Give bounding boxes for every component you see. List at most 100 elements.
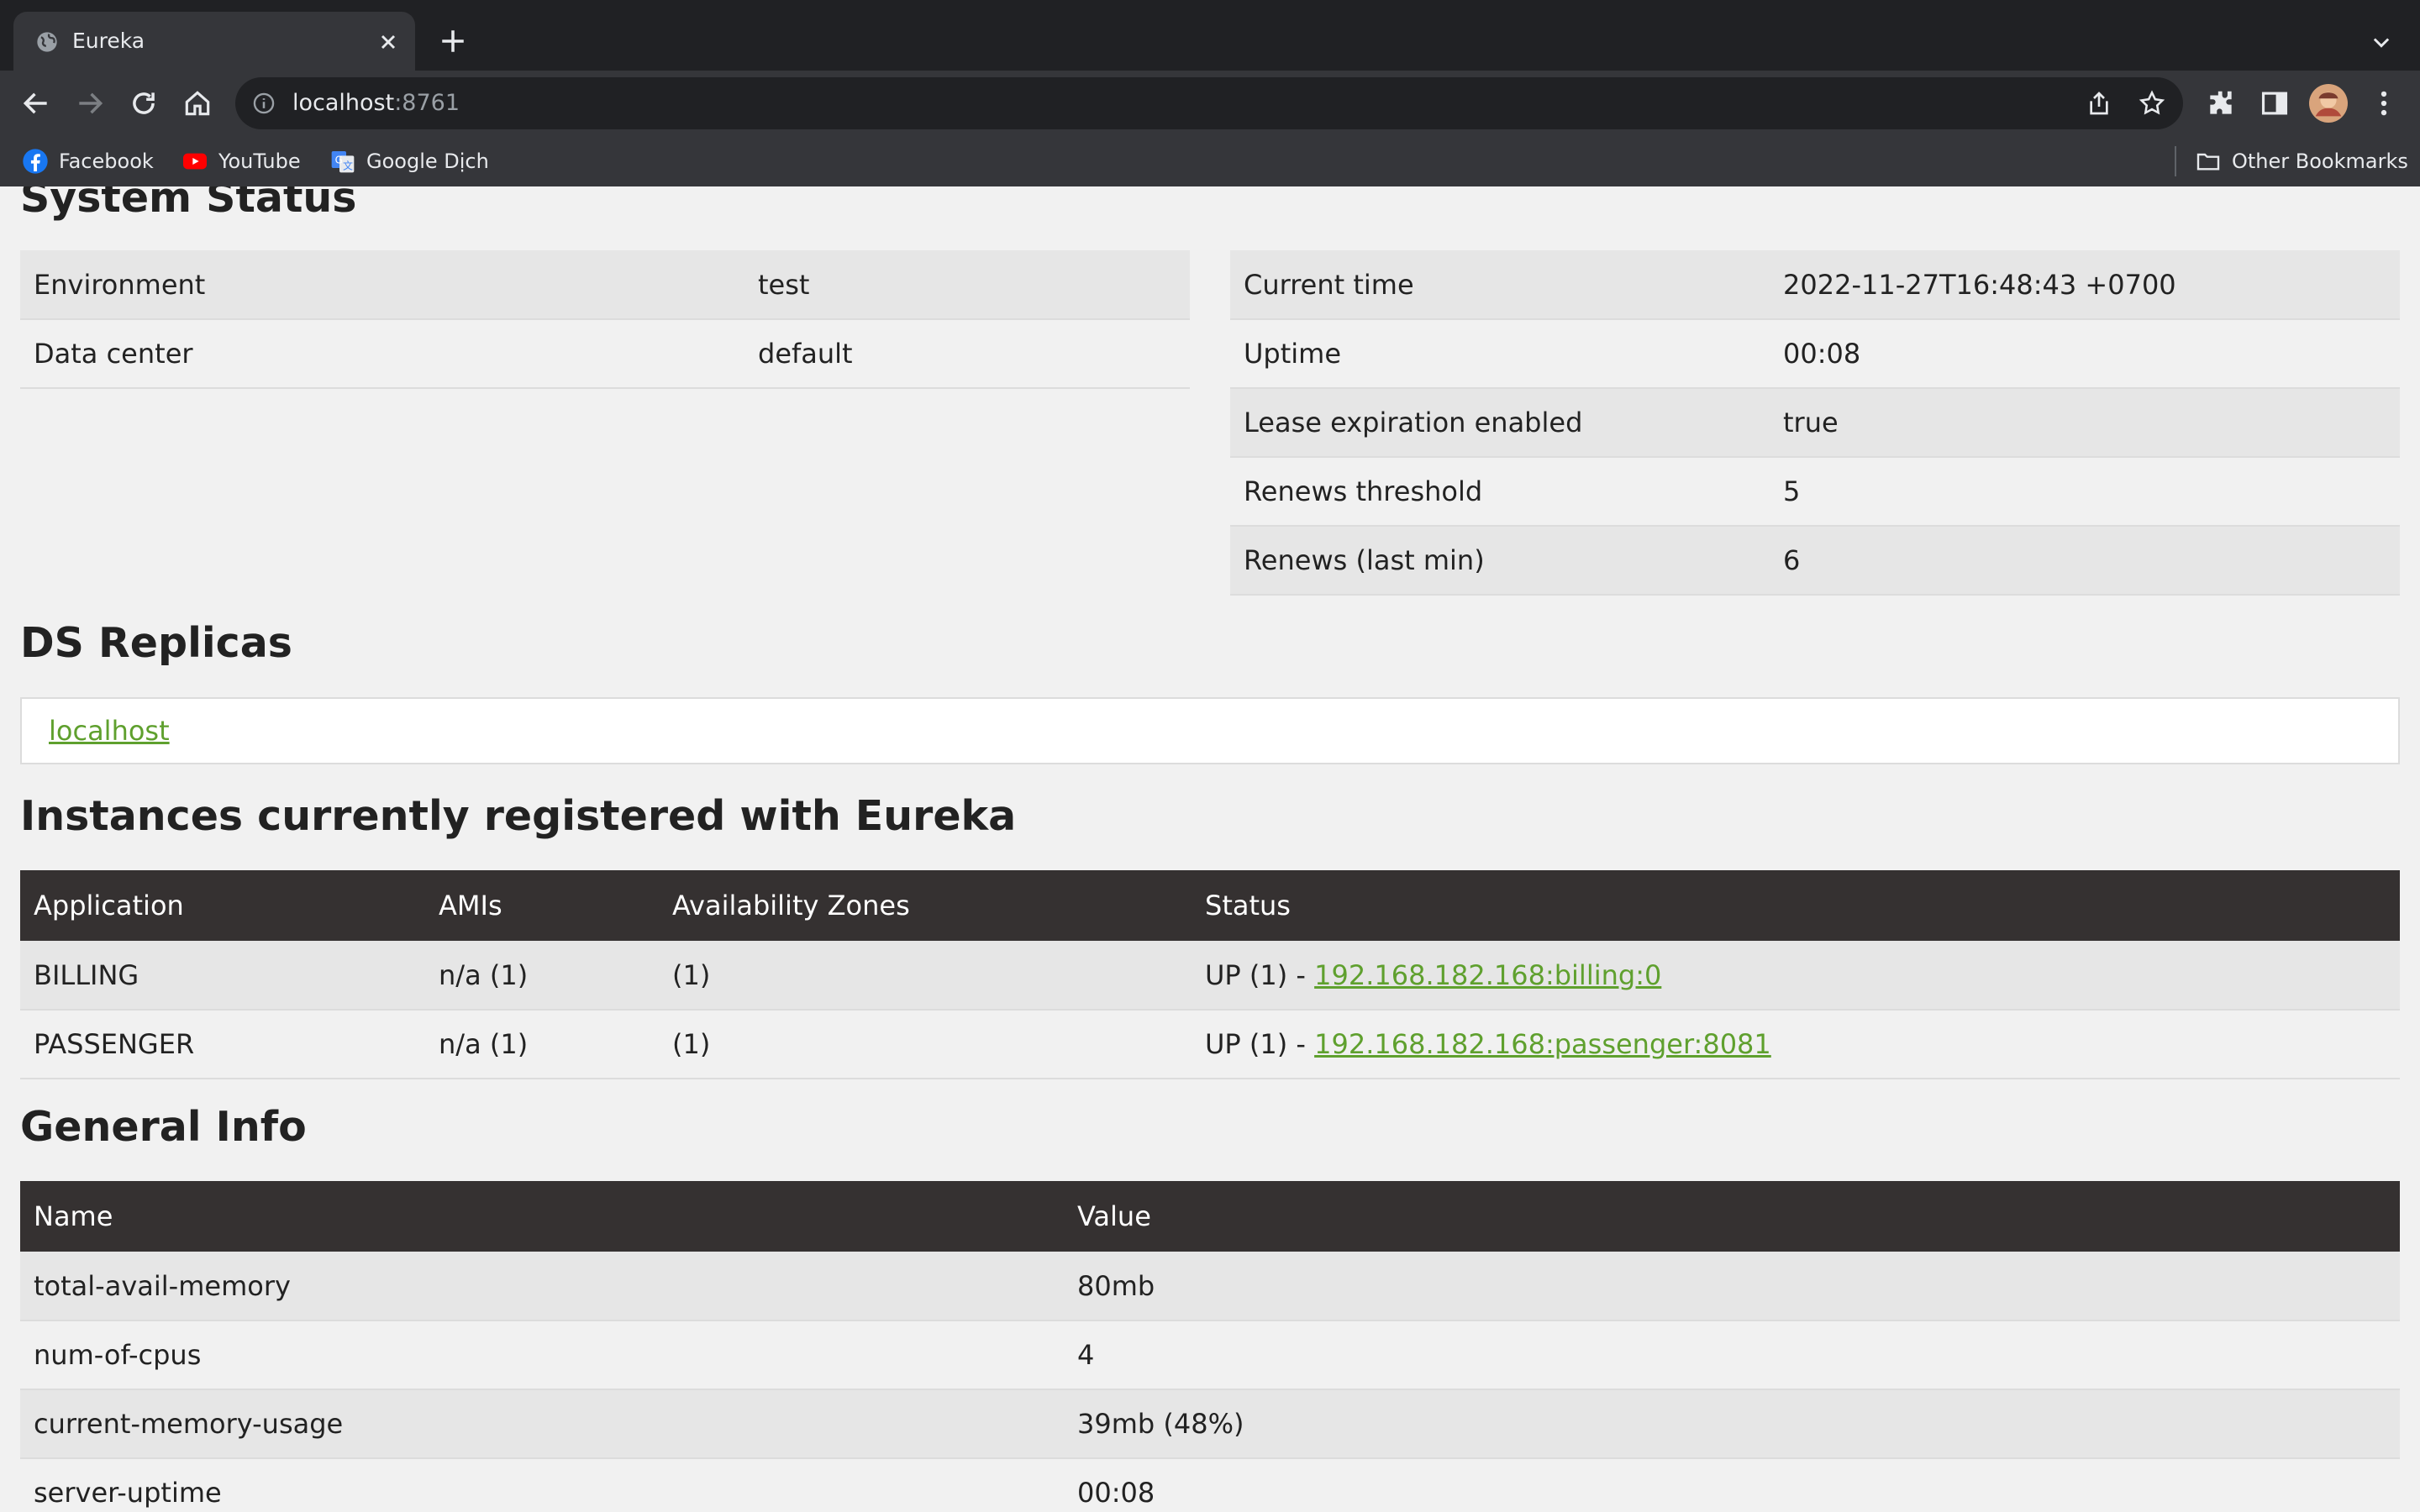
- svg-text:G: G: [335, 155, 343, 166]
- url-text[interactable]: localhost:8761: [292, 88, 460, 118]
- table-row: Environment test: [20, 250, 1190, 320]
- info-value: 80mb: [1064, 1252, 2400, 1321]
- table-row: total-avail-memory 80mb: [20, 1252, 2400, 1321]
- general-info-heading: General Info: [20, 1103, 307, 1151]
- column-header: Name: [20, 1181, 1064, 1252]
- table-row: Current time 2022-11-27T16:48:43 +0700: [1230, 250, 2400, 320]
- instance-link[interactable]: 192.168.182.168:billing:0: [1314, 959, 1661, 991]
- table-row: Uptime 00:08: [1230, 319, 2400, 389]
- application-cell: BILLING: [20, 941, 425, 1011]
- info-value: 39mb (48%): [1064, 1389, 2400, 1459]
- bookmark-star-icon[interactable]: [2138, 89, 2166, 118]
- column-header: AMIs: [425, 870, 659, 941]
- table-row: Lease expiration enabled true: [1230, 388, 2400, 458]
- info-name: total-avail-memory: [20, 1252, 1064, 1321]
- other-bookmarks[interactable]: Other Bookmarks: [2195, 144, 2408, 178]
- system-status-left-table: Environment test Data center default: [20, 250, 1190, 389]
- bookmarks-divider: [2175, 146, 2176, 176]
- url-host: localhost: [292, 90, 395, 116]
- instances-heading: Instances currently registered with Eure…: [20, 792, 1017, 840]
- system-status-heading: System Status: [20, 186, 357, 222]
- instances-table: Application AMIs Availability Zones Stat…: [20, 870, 2400, 1079]
- system-status-right-table: Current time 2022-11-27T16:48:43 +0700 U…: [1230, 250, 2400, 596]
- table-row: current-memory-usage 39mb (48%): [20, 1389, 2400, 1459]
- bookmark-label: Google Dịch: [366, 150, 489, 173]
- back-icon[interactable]: [20, 87, 52, 119]
- bookmark-google-translate[interactable]: G 文 Google Dịch: [329, 144, 489, 178]
- other-bookmarks-label: Other Bookmarks: [2232, 150, 2408, 173]
- info-name: server-uptime: [20, 1458, 1064, 1512]
- amis-cell: n/a (1): [425, 941, 659, 1011]
- table-row: BILLING n/a (1) (1) UP (1) - 192.168.182…: [20, 941, 2400, 1011]
- status-prefix: UP (1) -: [1205, 1028, 1315, 1060]
- instance-link[interactable]: 192.168.182.168:passenger:8081: [1314, 1028, 1771, 1060]
- bookmark-label: Facebook: [59, 150, 154, 173]
- bookmark-facebook[interactable]: Facebook: [22, 144, 154, 178]
- reload-icon[interactable]: [128, 87, 160, 119]
- page-content: System Status Environment test Data cent…: [0, 186, 2420, 1512]
- status-cell: UP (1) - 192.168.182.168:passenger:8081: [1192, 1010, 2400, 1079]
- extensions-icon[interactable]: [2205, 87, 2237, 119]
- status-label: Renews threshold: [1230, 457, 1770, 527]
- menu-kebab-icon[interactable]: [2368, 87, 2400, 119]
- status-label: Current time: [1230, 250, 1770, 320]
- status-value: 5: [1770, 457, 2400, 527]
- tab-title: Eureka: [72, 29, 145, 53]
- address-bar[interactable]: localhost:8761: [235, 77, 2183, 129]
- status-label: Renews (last min): [1230, 526, 1770, 596]
- table-row: PASSENGER n/a (1) (1) UP (1) - 192.168.1…: [20, 1010, 2400, 1079]
- table-row: Data center default: [20, 319, 1190, 389]
- column-header: Value: [1064, 1181, 2400, 1252]
- zones-cell: (1): [659, 941, 1192, 1011]
- table-row: server-uptime 00:08: [20, 1458, 2400, 1512]
- chevron-down-icon[interactable]: [2368, 30, 2395, 54]
- info-icon[interactable]: [252, 92, 276, 115]
- folder-icon: [2196, 153, 2220, 171]
- info-value: 00:08: [1064, 1458, 2400, 1512]
- bookmark-youtube[interactable]: YouTube: [182, 144, 301, 178]
- home-icon[interactable]: [182, 87, 213, 119]
- avatar[interactable]: [2309, 84, 2348, 123]
- general-info-table: Name Value total-avail-memory 80mb num-o…: [20, 1181, 2400, 1512]
- share-icon[interactable]: [2086, 90, 2112, 117]
- browser-tab[interactable]: Eureka: [13, 12, 415, 71]
- bookmark-label: YouTube: [218, 150, 301, 173]
- status-label: Environment: [20, 250, 744, 320]
- table-row: num-of-cpus 4: [20, 1320, 2400, 1390]
- status-value: test: [744, 250, 1190, 320]
- status-value: 2022-11-27T16:48:43 +0700: [1770, 250, 2400, 320]
- replica-link[interactable]: localhost: [49, 714, 170, 748]
- facebook-icon: [23, 149, 48, 174]
- browser-toolbar: localhost:8761: [0, 71, 2420, 136]
- status-label: Uptime: [1230, 319, 1770, 389]
- table-header-row: Name Value: [20, 1181, 2400, 1252]
- globe-icon: [37, 32, 57, 52]
- info-name: num-of-cpus: [20, 1320, 1064, 1390]
- svg-text:文: 文: [343, 159, 353, 171]
- info-name: current-memory-usage: [20, 1389, 1064, 1459]
- application-cell: PASSENGER: [20, 1010, 425, 1079]
- column-header: Application: [20, 870, 425, 941]
- bookmarks-bar: Facebook YouTube G 文 Google Dịch Other B…: [0, 136, 2420, 187]
- zones-cell: (1): [659, 1010, 1192, 1079]
- column-header: Availability Zones: [659, 870, 1192, 941]
- status-value: true: [1770, 388, 2400, 458]
- table-row: Renews threshold 5: [1230, 457, 2400, 527]
- table-header-row: Application AMIs Availability Zones Stat…: [20, 870, 2400, 941]
- new-tab-icon[interactable]: [439, 27, 467, 55]
- tab-strip: Eureka: [0, 0, 2420, 71]
- amis-cell: n/a (1): [425, 1010, 659, 1079]
- side-panel-icon[interactable]: [2259, 87, 2291, 119]
- status-cell: UP (1) - 192.168.182.168:billing:0: [1192, 941, 2400, 1011]
- table-row: Renews (last min) 6: [1230, 526, 2400, 596]
- youtube-icon: [183, 153, 207, 170]
- status-label: Data center: [20, 319, 744, 389]
- info-value: 4: [1064, 1320, 2400, 1390]
- forward-icon[interactable]: [74, 87, 106, 119]
- status-prefix: UP (1) -: [1205, 958, 1315, 991]
- ds-replicas-heading: DS Replicas: [20, 619, 292, 667]
- ds-replicas-box: localhost: [20, 697, 2400, 764]
- column-header: Status: [1192, 870, 2400, 941]
- close-icon[interactable]: [376, 30, 400, 54]
- status-value: 00:08: [1770, 319, 2400, 389]
